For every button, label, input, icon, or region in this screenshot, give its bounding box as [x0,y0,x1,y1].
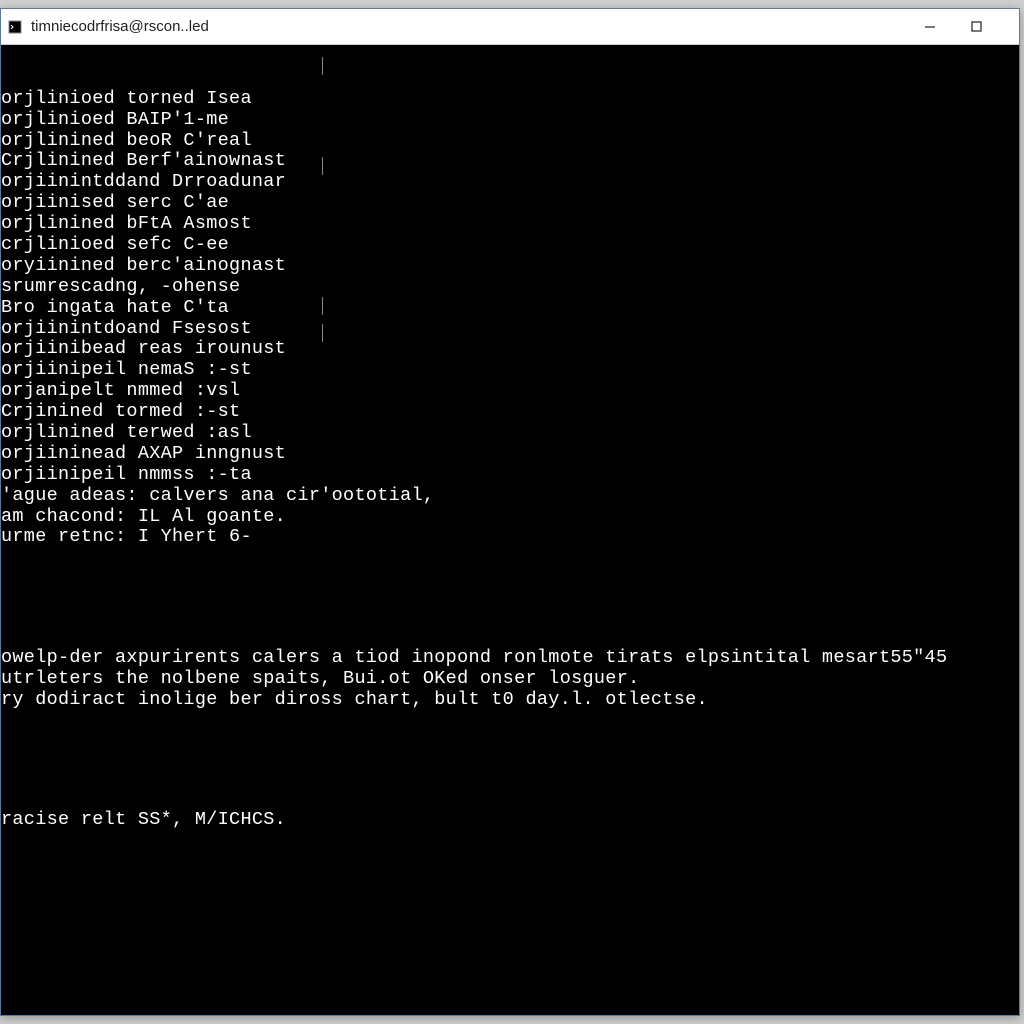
terminal-line: orjiinintdoand Fsesost [1,319,1019,340]
terminal-line: Crjinined tormed :-st [1,402,1019,423]
terminal-window: timniecodrfrisa@rscon..led orjlinioed to… [0,8,1020,1016]
terminal-line: orjiininead AXAP inngnust [1,444,1019,465]
maximize-button[interactable] [953,9,999,44]
terminal-line: owelp-der axpurirents calers a tiod inop… [1,648,1019,669]
terminal-line: orjiinipeil nemaS :-st [1,360,1019,381]
terminal-line: srumrescadng, -ohense [1,277,1019,298]
terminal-line: Crjlinined Berf'ainownast [1,151,1019,172]
terminal-output[interactable]: orjlinioed torned Iseaorjlinioed BAIP'1-… [1,45,1019,1015]
terminal-line: am chacond: IL Al goante. [1,507,1019,528]
terminal-line: crjlinioed sefc C-ee [1,235,1019,256]
terminal-line: urme retnc: I Yhert 6- [1,527,1019,548]
terminal-line: Bro ingata hate C'ta [1,298,1019,319]
terminal-line: orjiinibead reas irounust [1,339,1019,360]
terminal-line: ry dodiract inolige ber diross chart, bu… [1,690,1019,711]
terminal-line: orjlinioed torned Isea [1,89,1019,110]
close-button[interactable] [999,9,1019,44]
terminal-line: orjlinioed BAIP'1-me [1,110,1019,131]
terminal-app-icon [7,19,23,35]
window-title: timniecodrfrisa@rscon..led [31,18,907,35]
minimize-button[interactable] [907,9,953,44]
terminal-line: orjlinined bFtA Asmost [1,214,1019,235]
terminal-line: orjlinined beoR C'real [1,131,1019,152]
terminal-line: oryiinined berc'ainognast [1,256,1019,277]
scrollbar-marker [322,57,323,75]
terminal-line: orjlinined terwed :asl [1,423,1019,444]
window-controls [907,9,1019,44]
scrollbar-marker [322,157,323,175]
terminal-line: orjiinipeil nmmss :-ta [1,465,1019,486]
scrollbar-marker [322,297,323,315]
terminal-line: orjiinised serc C'ae [1,193,1019,214]
terminal-line: orjanipelt nmmed :vsl [1,381,1019,402]
terminal-line: racise relt SS*, M/ICHCS. [1,810,1019,831]
titlebar[interactable]: timniecodrfrisa@rscon..led [1,9,1019,45]
terminal-line: 'ague adeas: calvers ana cir'oototial, [1,486,1019,507]
terminal-line: utrleters the nolbene spaits, Bui.ot OKe… [1,669,1019,690]
scrollbar-marker [322,324,323,342]
terminal-line: orjiinintddand Drroadunar [1,172,1019,193]
